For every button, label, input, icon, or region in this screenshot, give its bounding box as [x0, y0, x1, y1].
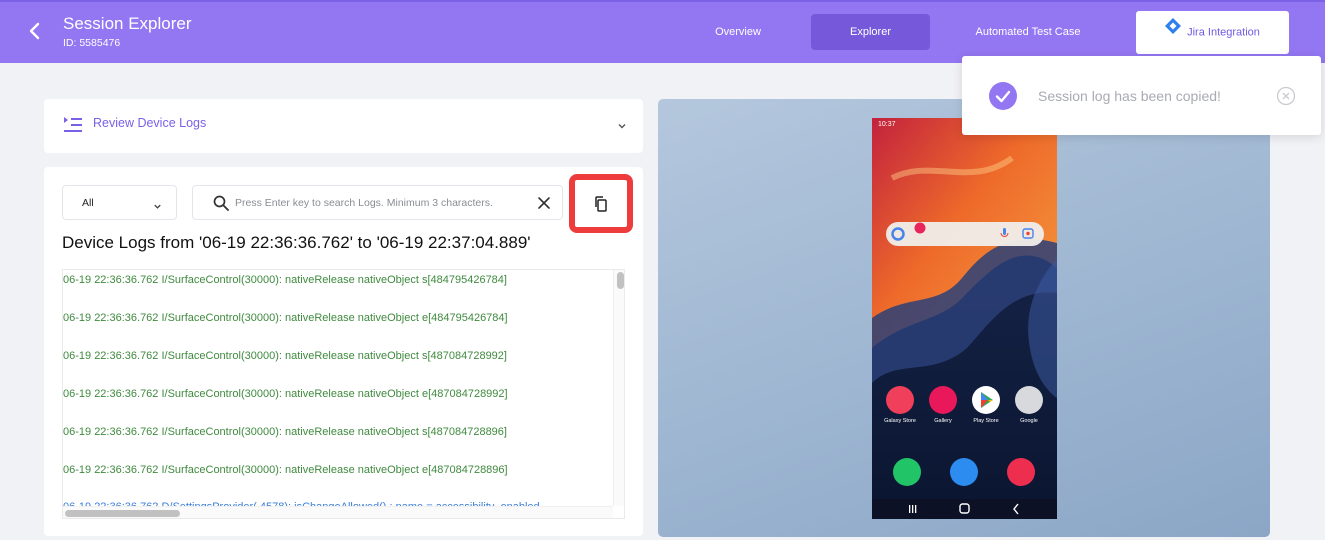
- app-label: Galaxy Store: [884, 418, 916, 424]
- tab-jira-label: Jira Integration: [1187, 26, 1260, 39]
- log-line: 06-19 22:36:36.762 I/SurfaceControl(3000…: [63, 312, 508, 324]
- log-line: 06-19 22:36:36.762 I/SurfaceControl(3000…: [63, 426, 507, 438]
- google-folder-icon: [1015, 386, 1043, 414]
- google-search-widget[interactable]: [886, 222, 1044, 246]
- toast-message: Session log has been copied!: [1038, 88, 1221, 104]
- scrollbar-thumb[interactable]: [617, 272, 624, 289]
- device-logs-panel: All Device Logs from '06-19 22:36:36.762…: [44, 167, 643, 536]
- check-circle-icon: [989, 82, 1017, 115]
- session-id: ID: 5585476: [63, 37, 121, 49]
- log-line: 06-19 22:36:36.762 I/SurfaceControl(3000…: [63, 464, 508, 476]
- app-label: Gallery: [934, 418, 952, 424]
- close-icon[interactable]: [537, 196, 551, 215]
- search-icon: [213, 195, 229, 216]
- copy-logs-button[interactable]: [569, 174, 633, 233]
- tab-explorer[interactable]: Explorer: [811, 14, 930, 50]
- log-level-value: All: [82, 197, 94, 209]
- review-device-logs-accordion[interactable]: Review Device Logs: [44, 99, 643, 153]
- jira-icon: [1165, 10, 1182, 53]
- tab-automated-test-case[interactable]: Automated Test Case: [955, 14, 1101, 50]
- shopping-bag-icon: [886, 386, 914, 414]
- chevron-down-icon[interactable]: [616, 119, 628, 137]
- tab-overview[interactable]: Overview: [700, 14, 776, 50]
- review-device-logs-label: Review Device Logs: [93, 116, 207, 130]
- page-title: Session Explorer: [63, 14, 192, 33]
- copy-success-toast: Session log has been copied!: [962, 56, 1321, 135]
- log-list[interactable]: 06-19 22:36:36.762 I/SurfaceControl(3000…: [62, 269, 625, 519]
- tab-jira-integration[interactable]: Jira Integration: [1136, 11, 1289, 54]
- scrollbar-thumb[interactable]: [65, 510, 180, 517]
- log-level-select[interactable]: All: [62, 185, 177, 220]
- phone-app-icon[interactable]: [893, 458, 921, 486]
- back-arrow-icon[interactable]: [24, 20, 46, 42]
- device-navigation-bar: [872, 499, 1057, 519]
- app-play-store[interactable]: Play Store: [966, 386, 1006, 424]
- app-label: Play Store: [973, 418, 999, 424]
- header-top-edge: [0, 0, 1325, 2]
- log-search-input[interactable]: [235, 194, 525, 212]
- app-gallery[interactable]: Gallery: [923, 386, 963, 424]
- log-line: 06-19 22:36:36.762 I/SurfaceControl(3000…: [63, 388, 508, 400]
- copy-icon: [595, 196, 607, 212]
- flower-icon: [929, 386, 957, 414]
- log-search-box: [192, 185, 563, 220]
- close-icon[interactable]: [1276, 86, 1296, 111]
- top-header: Session Explorer ID: 5585476 Overview Ex…: [0, 0, 1325, 63]
- log-line: 06-19 22:36:36.762 I/SurfaceControl(3000…: [63, 274, 507, 286]
- app-google-folder[interactable]: Google: [1009, 386, 1049, 424]
- app-galaxy-store[interactable]: Galaxy Store: [880, 386, 920, 424]
- horizontal-scrollbar[interactable]: [63, 506, 613, 518]
- device-logs-title: Device Logs from '06-19 22:36:36.762' to…: [62, 233, 531, 252]
- chevron-down-icon: [152, 199, 163, 217]
- device-screen[interactable]: 10:37 Galaxy Store Gallery Play Store Go…: [872, 118, 1057, 519]
- list-icon: [63, 115, 83, 140]
- status-bar-time: 10:37: [878, 121, 896, 128]
- messages-app-icon[interactable]: [950, 458, 978, 486]
- app-label: Google: [1020, 418, 1038, 424]
- camera-app-icon[interactable]: [1007, 458, 1035, 486]
- play-store-icon: [972, 386, 1000, 414]
- vertical-scrollbar[interactable]: [613, 270, 624, 506]
- log-line: 06-19 22:36:36.762 I/SurfaceControl(3000…: [63, 350, 507, 362]
